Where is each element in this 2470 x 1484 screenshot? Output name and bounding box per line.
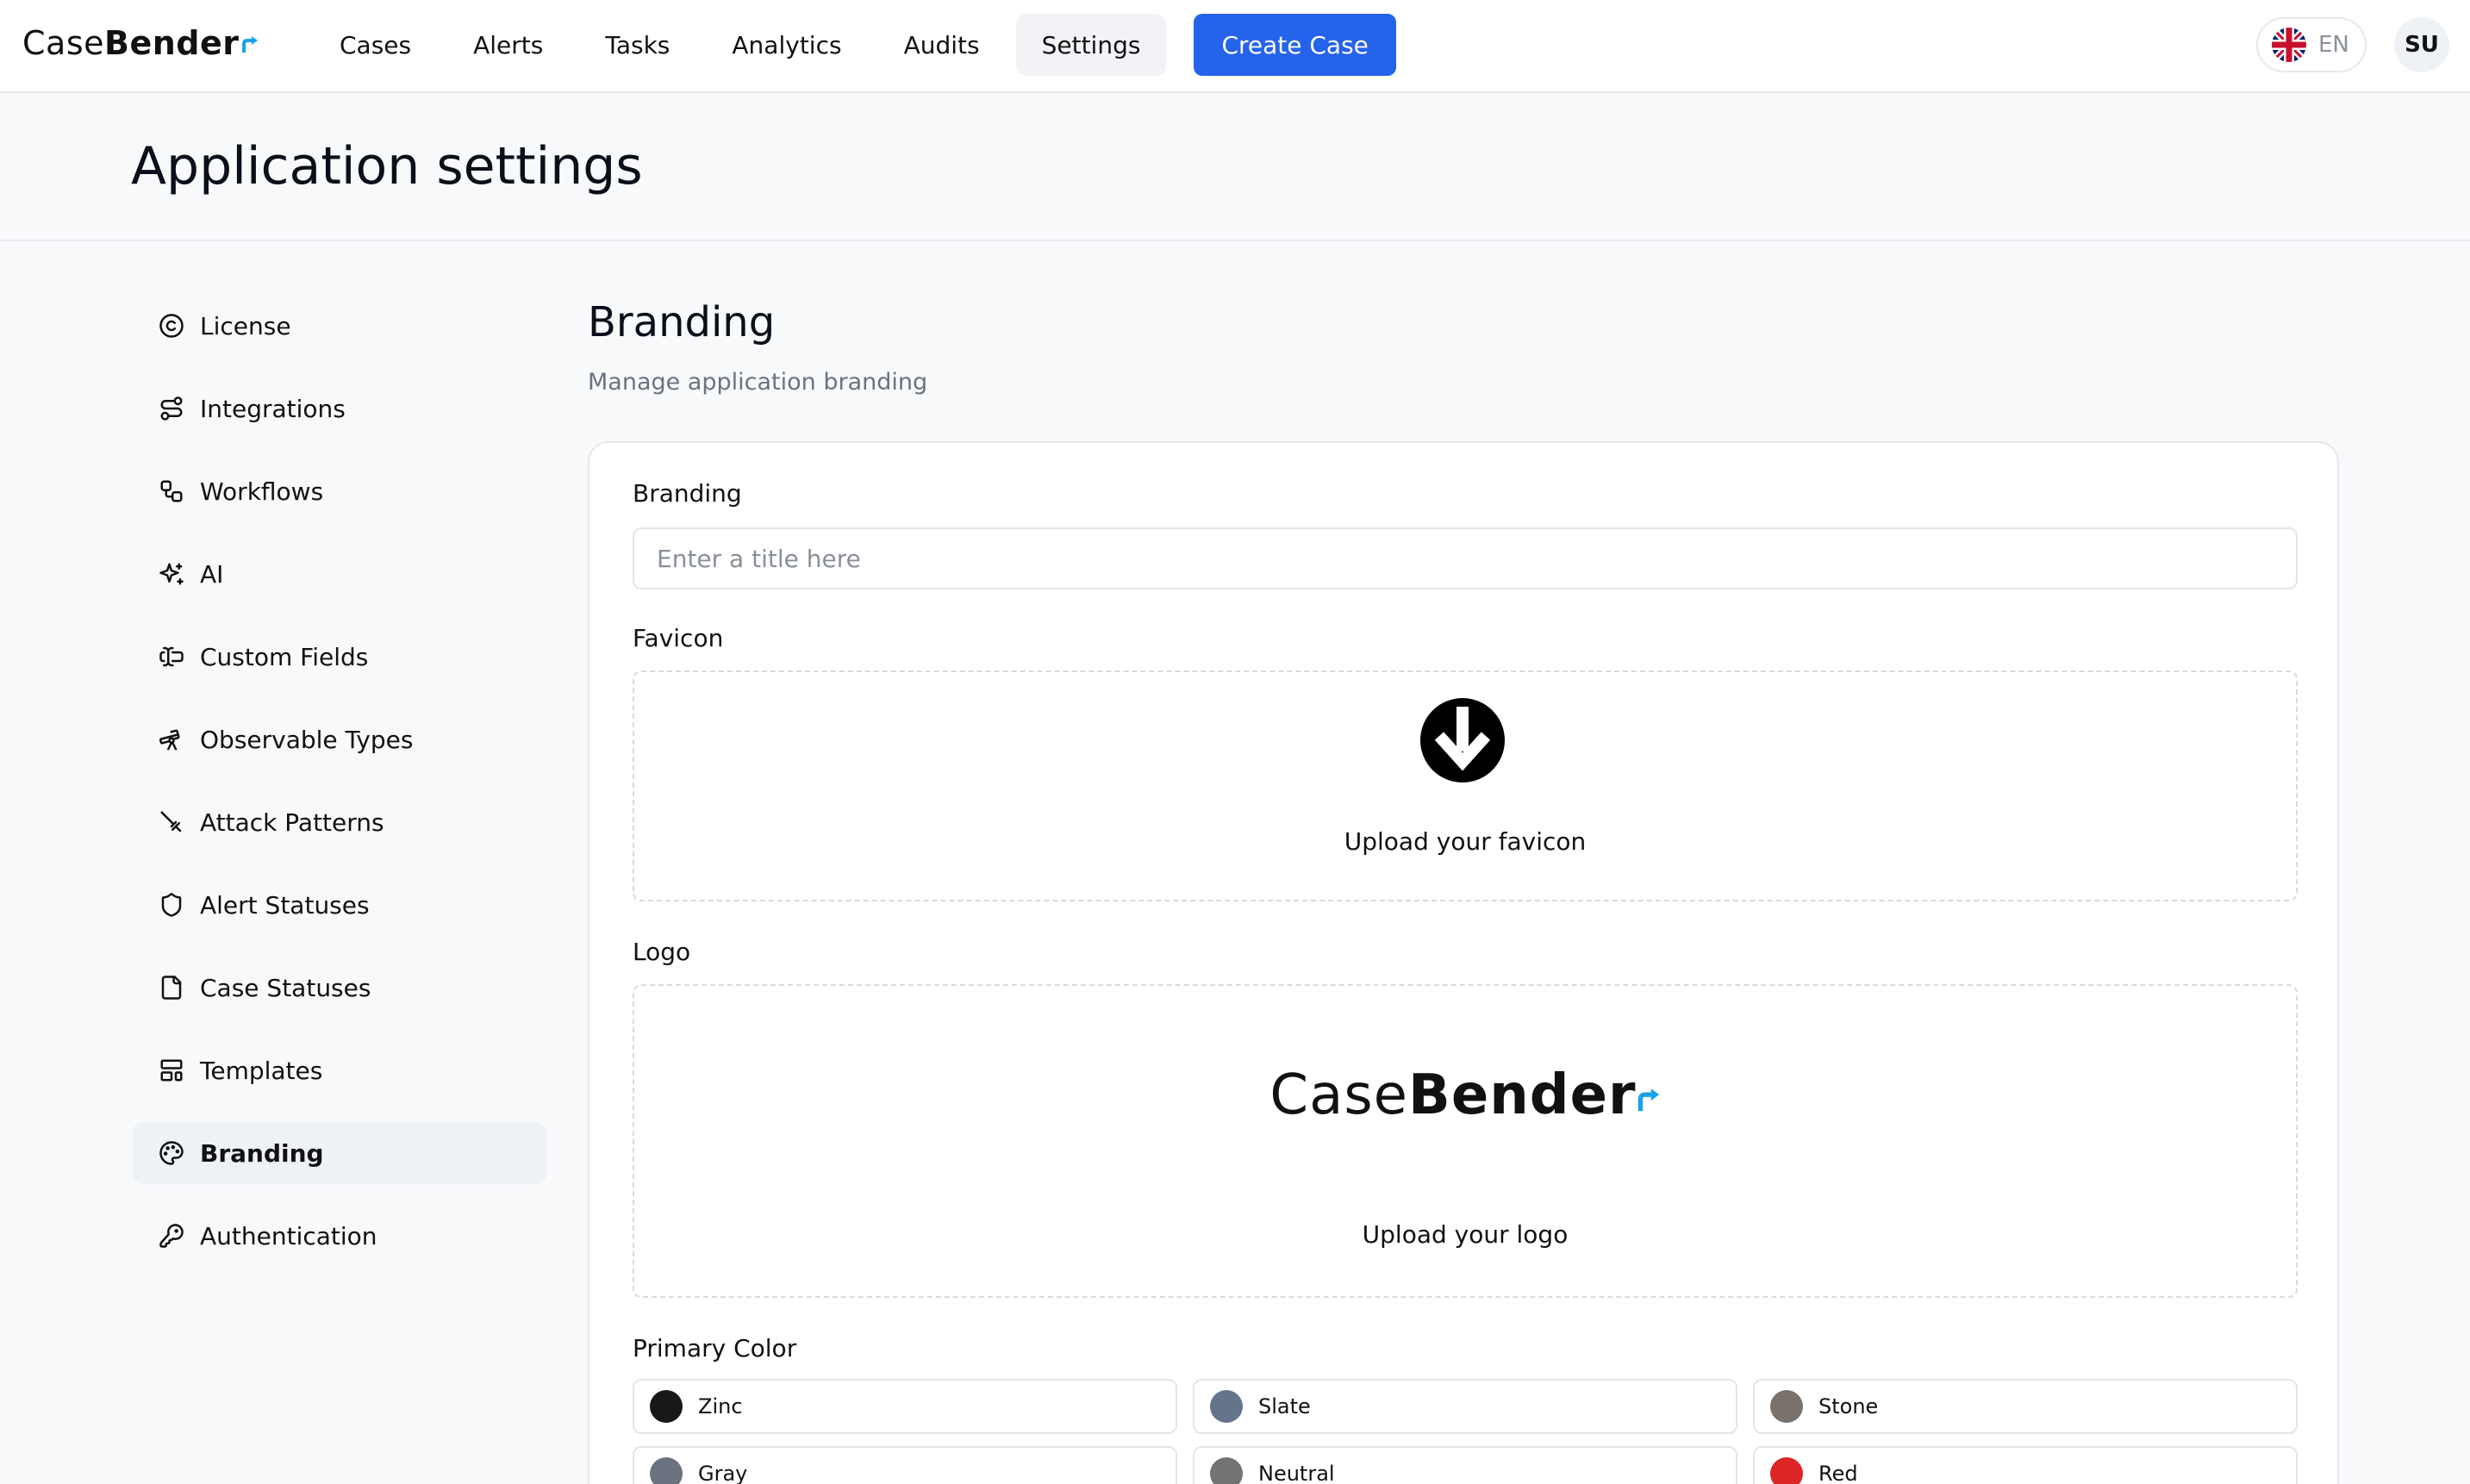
logo-label: Logo	[633, 938, 691, 966]
sidebar-item-alert-statuses[interactable]: Alert Statuses	[133, 874, 546, 936]
color-option-label: Zinc	[698, 1394, 743, 1419]
user-avatar[interactable]: SU	[2394, 17, 2449, 72]
favicon-caption: Upload your favicon	[1344, 827, 1587, 856]
layout-template-icon	[160, 1059, 183, 1082]
nav-tasks[interactable]: Tasks	[579, 14, 695, 76]
logo-preview-part-3: r	[1608, 1063, 1637, 1127]
color-dot	[650, 1457, 683, 1484]
section-subtitle: Manage application branding	[588, 369, 928, 396]
nav-analytics[interactable]: Analytics	[706, 14, 867, 76]
page-title: Application settings	[131, 136, 643, 196]
download-arrow-icon	[1420, 698, 1505, 783]
sidebar-item-templates[interactable]: Templates	[133, 1039, 546, 1101]
sidebar-item-label: Workflows	[200, 477, 324, 506]
branding-label: Branding	[633, 479, 742, 508]
language-switcher[interactable]: EN	[2256, 17, 2367, 72]
color-option-neutral[interactable]: Neutral	[1193, 1446, 1737, 1484]
sidebar-item-label: AI	[200, 559, 224, 589]
color-option-zinc[interactable]: Zinc	[633, 1379, 1177, 1434]
color-option-gray[interactable]: Gray	[633, 1446, 1177, 1484]
brand-logo-part-1: Case	[22, 24, 104, 62]
logo-preview-part-1: Case	[1269, 1063, 1409, 1127]
sidebar-item-label: Observable Types	[200, 725, 414, 754]
sidebar-item-label: Integrations	[200, 394, 346, 423]
logo-dropzone[interactable]: Case Bende r Upload your logo	[633, 984, 2298, 1298]
sidebar-item-label: Templates	[200, 1056, 323, 1085]
sidebar-item-label: Alert Statuses	[200, 890, 370, 920]
color-option-label: Neutral	[1258, 1462, 1335, 1484]
sidebar-item-case-statuses[interactable]: Case Statuses	[133, 957, 546, 1019]
page-header: Application settings	[0, 93, 2470, 241]
branding-title-input[interactable]	[633, 527, 2298, 589]
color-dot	[1210, 1390, 1243, 1423]
nav-settings[interactable]: Settings	[1015, 14, 1167, 76]
sidebar-item-label: Case Statuses	[200, 973, 371, 1002]
brand-logo[interactable]: Case Bende r	[22, 24, 259, 64]
logo-preview: Case Bende r	[634, 1063, 2296, 1127]
sidebar-item-attack-patterns[interactable]: Attack Patterns	[133, 791, 546, 853]
primary-color-label: Primary Color	[633, 1334, 797, 1362]
main-nav: Cases Alerts Tasks Analytics Audits Sett…	[314, 14, 1396, 76]
top-navigation-bar: Case Bende r Cases Alerts Tasks Analytics …	[0, 0, 2470, 93]
color-option-stone[interactable]: Stone	[1753, 1379, 2298, 1434]
primary-color-grid: Zinc Slate Stone Gray Neutral Red	[633, 1379, 2298, 1484]
color-option-label: Gray	[698, 1462, 748, 1484]
settings-sidebar: License Integrations Workflows AI Custom…	[133, 295, 546, 1288]
create-case-button[interactable]: Create Case	[1194, 14, 1396, 76]
nav-cases[interactable]: Cases	[314, 14, 437, 76]
sidebar-item-integrations[interactable]: Integrations	[133, 377, 546, 440]
color-option-label: Slate	[1258, 1394, 1311, 1419]
uk-flag-icon	[2272, 28, 2306, 62]
color-option-red[interactable]: Red	[1753, 1446, 2298, 1484]
shield-icon	[161, 893, 182, 917]
logo-arrow-icon	[1637, 1088, 1659, 1112]
branding-card: Branding Favicon Upload your favicon Log…	[588, 441, 2339, 1484]
color-option-label: Red	[1818, 1462, 1858, 1484]
sidebar-item-label: License	[200, 311, 291, 340]
logo-preview-part-2: Bende	[1408, 1063, 1609, 1127]
nav-audits[interactable]: Audits	[878, 14, 1006, 76]
sidebar-item-license[interactable]: License	[133, 295, 546, 357]
sidebar-item-authentication[interactable]: Authentication	[133, 1205, 546, 1267]
color-option-label: Stone	[1818, 1394, 1879, 1419]
section-title: Branding	[588, 298, 776, 346]
sidebar-item-workflows[interactable]: Workflows	[133, 460, 546, 522]
favicon-label: Favicon	[633, 624, 724, 652]
sidebar-item-custom-fields[interactable]: Custom Fields	[133, 626, 546, 688]
sidebar-item-label: Branding	[200, 1138, 324, 1168]
palette-icon	[159, 1141, 184, 1165]
sidebar-item-label: Custom Fields	[200, 642, 369, 671]
file-icon	[161, 976, 182, 1000]
brand-arrow-icon	[241, 36, 258, 53]
logo-caption: Upload your logo	[1362, 1220, 1569, 1249]
favicon-dropzone[interactable]: Upload your favicon	[633, 670, 2298, 901]
sidebar-item-label: Attack Patterns	[200, 807, 384, 837]
brand-logo-part-2: Bende	[104, 24, 223, 62]
color-option-slate[interactable]: Slate	[1193, 1379, 1737, 1434]
brand-logo-part-3: r	[222, 24, 240, 62]
copyright-icon	[159, 314, 184, 338]
color-dot	[650, 1390, 683, 1423]
color-dot	[1770, 1390, 1803, 1423]
sidebar-item-observable-types[interactable]: Observable Types	[133, 708, 546, 770]
color-dot	[1210, 1457, 1243, 1484]
language-label: EN	[2318, 32, 2349, 58]
key-icon	[159, 1224, 184, 1248]
color-dot	[1770, 1457, 1803, 1484]
nav-alerts[interactable]: Alerts	[447, 14, 569, 76]
sword-icon	[160, 811, 182, 832]
text-cursor-input-icon	[159, 646, 184, 667]
sidebar-item-label: Authentication	[200, 1221, 377, 1250]
sparkles-icon	[159, 563, 184, 585]
sidebar-item-branding[interactable]: Branding	[133, 1122, 546, 1184]
route-icon	[160, 396, 183, 421]
workflow-icon	[160, 480, 183, 502]
sidebar-item-ai[interactable]: AI	[133, 543, 546, 605]
telescope-icon	[159, 729, 180, 751]
